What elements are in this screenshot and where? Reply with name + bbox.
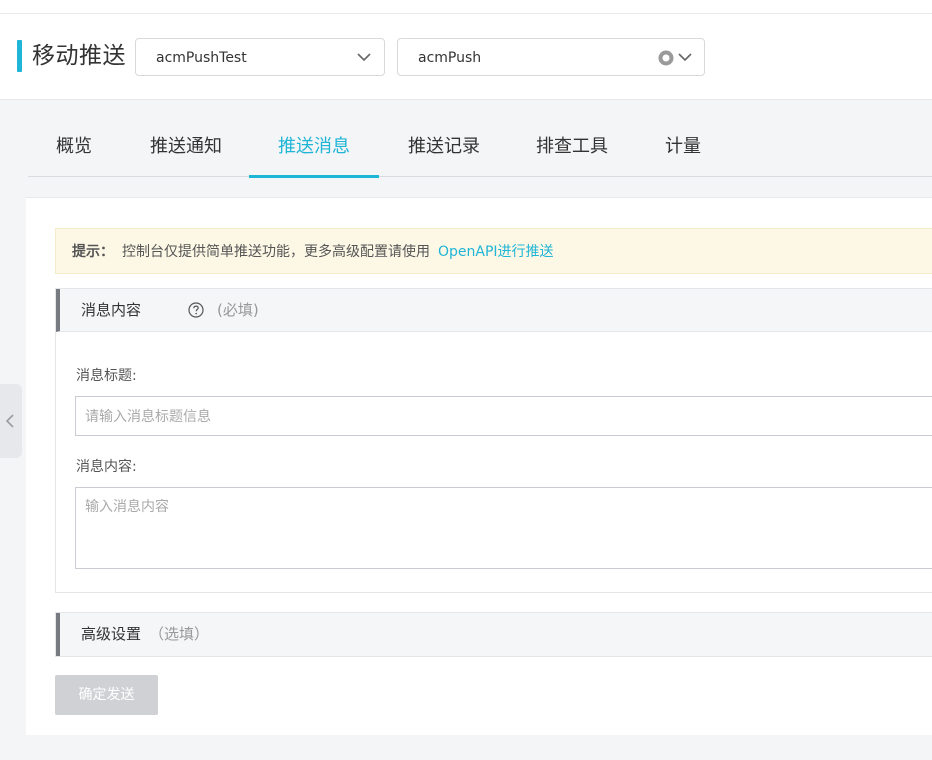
app-select[interactable]: acmPushTest	[135, 38, 385, 76]
app-select-value: acmPushTest	[156, 50, 247, 66]
optional-hint: （选填）	[149, 625, 210, 643]
page-title: 移动推送	[32, 43, 126, 69]
tab-push-records[interactable]: 推送记录	[408, 100, 480, 177]
message-section-header[interactable]: 消息内容 (必填)	[56, 289, 932, 332]
advanced-section-header[interactable]: 高级设置 （选填）	[56, 613, 932, 656]
required-hint: (必填)	[217, 301, 259, 319]
chevron-left-icon	[5, 414, 14, 428]
submit-send-button[interactable]: 确定发送	[55, 675, 158, 715]
notice-banner: 提示： 控制台仅提供简单推送功能，更多高级配置请使用 OpenAPI进行推送	[55, 228, 932, 274]
top-strip	[0, 0, 932, 14]
page-header: 移动推送 acmPushTest acmPush	[0, 14, 932, 100]
notice-text: 控制台仅提供简单推送功能，更多高级配置请使用	[122, 244, 430, 260]
advanced-settings-section[interactable]: 高级设置 （选填）	[55, 612, 932, 657]
tab-push-notification[interactable]: 推送通知	[150, 100, 222, 177]
chevron-down-icon	[678, 53, 692, 62]
message-title-label: 消息标题:	[76, 368, 137, 384]
help-icon[interactable]	[188, 302, 204, 318]
message-section-title: 消息内容	[81, 301, 142, 319]
sidebar-toggle[interactable]	[0, 384, 22, 458]
tab-push-message[interactable]: 推送消息	[249, 100, 379, 178]
clear-icon[interactable]	[658, 50, 674, 66]
title-accent-bar	[17, 40, 22, 72]
advanced-section-title: 高级设置	[81, 625, 142, 643]
tab-troubleshoot-tools[interactable]: 排查工具	[536, 100, 608, 177]
message-content-label: 消息内容:	[76, 459, 137, 475]
platform-select[interactable]: acmPush	[397, 38, 705, 76]
message-title-input[interactable]: 请输入消息标题信息	[75, 396, 932, 436]
message-content-section: 消息内容 (必填) 消息标题: 请输入消息标题信息 消息内容: 输入消息内容	[55, 288, 932, 593]
message-content-textarea[interactable]: 输入消息内容	[75, 487, 932, 569]
tab-bar: 概览 推送通知 推送消息 推送记录 排查工具 计量	[28, 100, 932, 178]
openapi-link[interactable]: OpenAPI进行推送	[438, 244, 554, 260]
tab-metering[interactable]: 计量	[665, 100, 701, 177]
chevron-down-icon	[357, 53, 371, 62]
tab-overview[interactable]: 概览	[56, 100, 92, 177]
notice-label: 提示：	[72, 244, 114, 260]
platform-select-value: acmPush	[418, 50, 482, 66]
